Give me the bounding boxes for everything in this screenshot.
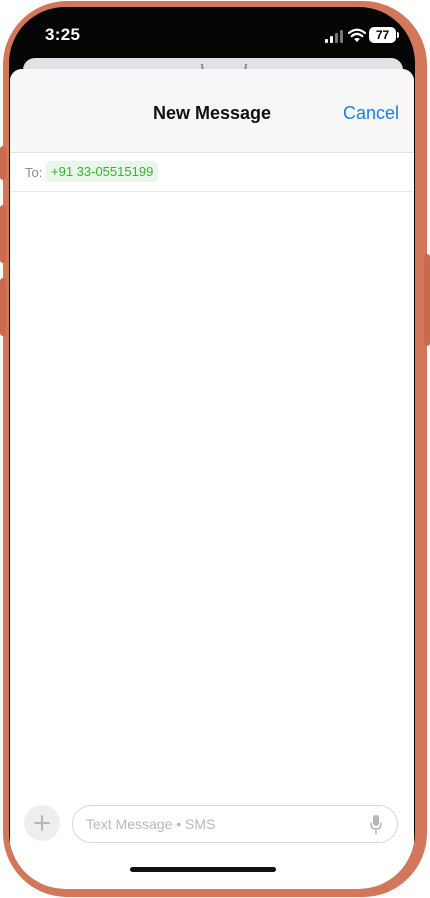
phone-screen: 3:25 77 New Message Cancel To: +91 33-05… <box>9 7 415 889</box>
battery-icon: 77 <box>369 27 399 43</box>
recipient-row[interactable]: To: +91 33-05515199 <box>10 153 414 192</box>
status-time: 3:25 <box>45 25 81 44</box>
cellular-signal-icon <box>325 30 343 43</box>
action-button <box>0 146 6 180</box>
add-attachment-button[interactable] <box>24 805 60 841</box>
compose-header: New Message Cancel <box>10 69 414 153</box>
microphone-icon[interactable] <box>369 815 383 835</box>
home-indicator[interactable] <box>130 867 276 872</box>
volume-up-button <box>0 205 6 263</box>
cancel-button[interactable]: Cancel <box>343 103 399 124</box>
compose-sheet: New Message Cancel To: +91 33-05515199 T… <box>10 69 414 889</box>
to-label: To: <box>25 165 43 180</box>
wifi-icon <box>348 28 366 42</box>
message-placeholder: Text Message • SMS <box>86 816 216 832</box>
message-thread <box>10 193 414 793</box>
volume-down-button <box>0 278 6 336</box>
recipient-chip[interactable]: +91 33-05515199 <box>46 161 159 182</box>
side-button <box>424 254 430 346</box>
battery-level: 77 <box>375 28 390 42</box>
message-composer: Text Message • SMS <box>10 797 414 857</box>
message-input[interactable]: Text Message • SMS <box>72 805 398 843</box>
